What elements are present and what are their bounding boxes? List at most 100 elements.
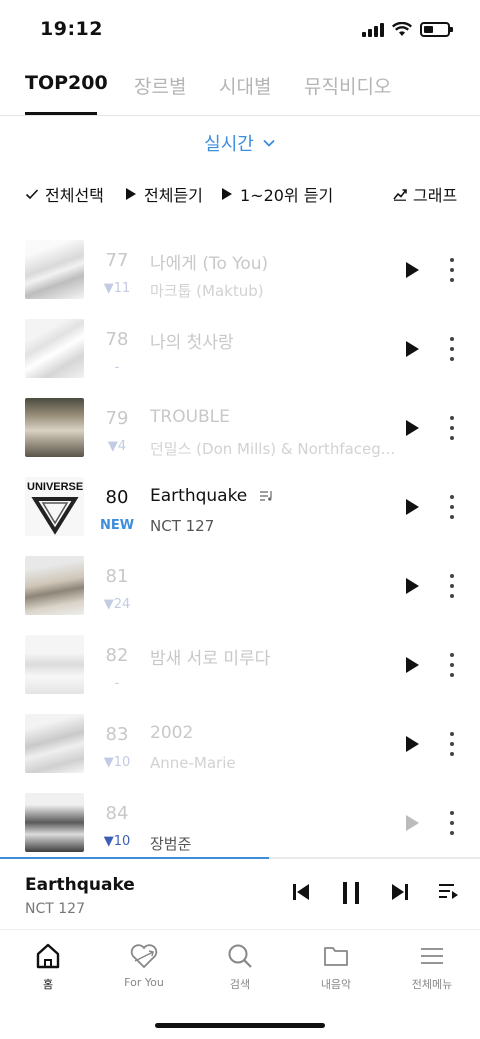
- mini-player[interactable]: Earthquake NCT 127: [0, 859, 480, 929]
- battery-icon: [420, 22, 453, 37]
- play-icon: [126, 188, 136, 200]
- chart-list: 77 ▼11 나에게 (To You) 마크툽 (Maktub) 78 - 나의…: [0, 220, 480, 858]
- rank-number: 79: [105, 408, 129, 429]
- more-options-icon[interactable]: [442, 337, 462, 361]
- album-art: [25, 240, 84, 299]
- more-options-icon[interactable]: [442, 732, 462, 756]
- graph-button[interactable]: 그래프: [393, 182, 457, 206]
- rank-change: ▼10: [103, 834, 131, 849]
- more-options-icon[interactable]: [442, 574, 462, 598]
- play-icon[interactable]: [403, 261, 421, 279]
- rank-number: 83: [105, 724, 129, 745]
- rank-change: ▼4: [107, 439, 127, 454]
- chart-row[interactable]: 79 ▼4 TROUBLE 던밀스 (Don Mills) & Northfac…: [0, 398, 480, 477]
- status-bar: 19:12: [0, 0, 480, 60]
- nav-menu[interactable]: 전체메뉴: [384, 942, 480, 992]
- song-title-text: Earthquake: [150, 486, 248, 506]
- song-title: TROUBLE: [150, 407, 230, 427]
- next-icon: [392, 884, 408, 900]
- rank-change: ▼24: [103, 597, 131, 612]
- album-art: [25, 635, 84, 694]
- status-icons: [362, 22, 453, 37]
- play-icon[interactable]: [403, 340, 421, 358]
- song-title: Earthquake: [150, 486, 273, 506]
- rank-change: NEW: [99, 518, 135, 533]
- album-art: [25, 398, 84, 457]
- rank-number: 82: [105, 645, 129, 666]
- filter-label: 실시간: [204, 134, 254, 155]
- play-icon[interactable]: [403, 735, 421, 753]
- playlist-icon: [439, 884, 458, 899]
- menu-icon: [421, 948, 443, 964]
- play-top20-label: 1~20위 듣기: [240, 186, 334, 205]
- artist-name: 던밀스 (Don Mills) & Northfaceg...: [150, 440, 396, 458]
- nav-for-you[interactable]: For You: [96, 942, 192, 989]
- song-title: 나에게 (To You): [150, 254, 269, 274]
- previous-icon: [293, 884, 309, 900]
- album-art: UNIVERSE: [25, 477, 84, 536]
- artist-name: 장범준: [150, 835, 192, 853]
- nav-home-label: 홈: [42, 978, 54, 991]
- next-button[interactable]: [389, 881, 411, 903]
- more-options-icon[interactable]: [442, 416, 462, 440]
- tab-genre[interactable]: 장르별: [134, 72, 186, 99]
- nav-home[interactable]: 홈: [0, 942, 96, 992]
- nav-menu-label: 전체메뉴: [411, 978, 453, 991]
- play-top20-button[interactable]: 1~20위 듣기: [220, 182, 333, 206]
- select-all-button[interactable]: 전체선택: [25, 182, 104, 206]
- nav-my-music[interactable]: 내음악: [288, 942, 384, 992]
- rank-number: 80: [105, 487, 129, 508]
- bottom-nav: 홈 For You 검색 내음악 전체메뉴: [0, 929, 480, 1039]
- now-playing-title: Earthquake: [25, 875, 135, 895]
- check-icon: [25, 189, 39, 200]
- tab-underline: [25, 112, 97, 115]
- rank-number: 78: [105, 329, 129, 350]
- chart-row[interactable]: 82 - 밤새 서로 미루다: [0, 635, 480, 714]
- home-icon: [36, 943, 60, 969]
- trend-icon: [393, 189, 407, 201]
- pause-button[interactable]: [340, 881, 362, 905]
- wifi-icon: [392, 22, 412, 36]
- artist-name: NCT 127: [150, 517, 215, 535]
- album-art: [25, 714, 84, 773]
- play-icon[interactable]: [403, 656, 421, 674]
- playlist-button[interactable]: [437, 881, 461, 903]
- nav-search-label: 검색: [229, 978, 251, 991]
- chart-row[interactable]: 81 ▼24: [0, 556, 480, 635]
- chart-row-active[interactable]: UNIVERSE 80 NEW Earthquake NCT 127: [0, 477, 480, 556]
- chart-row[interactable]: 84 ▼10 장범준: [0, 793, 480, 858]
- play-icon[interactable]: [403, 419, 421, 437]
- now-playing-artist: NCT 127: [25, 901, 85, 917]
- tab-music-video[interactable]: 뮤직비디오: [304, 72, 391, 99]
- chart-row[interactable]: 83 ▼10 2002 Anne-Marie: [0, 714, 480, 793]
- play-all-label: 전체듣기: [144, 186, 203, 205]
- play-icon: [222, 188, 232, 200]
- rank-change: -: [114, 360, 120, 375]
- chevron-down-icon: [263, 139, 275, 147]
- more-options-icon[interactable]: [442, 653, 462, 677]
- realtime-filter-dropdown[interactable]: 실시간: [204, 130, 276, 156]
- rank-change: -: [114, 676, 120, 691]
- more-options-icon[interactable]: [442, 495, 462, 519]
- chart-row[interactable]: 77 ▼11 나에게 (To You) 마크툽 (Maktub): [0, 240, 480, 319]
- more-options-icon[interactable]: [442, 258, 462, 282]
- nav-my-music-label: 내음악: [320, 978, 352, 991]
- play-icon[interactable]: [403, 577, 421, 595]
- tab-top200[interactable]: TOP200: [25, 72, 108, 94]
- nav-search[interactable]: 검색: [192, 942, 288, 992]
- rank-number: 77: [105, 250, 129, 271]
- song-title: 밤새 서로 미루다: [150, 649, 271, 669]
- artist-name: Anne-Marie: [150, 754, 236, 772]
- chart-row[interactable]: 78 - 나의 첫사랑: [0, 319, 480, 398]
- tab-era[interactable]: 시대별: [219, 72, 271, 99]
- chart-tabs: TOP200 장르별 시대별 뮤직비디오: [0, 60, 480, 116]
- filter-row: 실시간: [0, 130, 480, 156]
- song-title: 나의 첫사랑: [150, 333, 234, 353]
- play-icon[interactable]: [403, 814, 421, 832]
- play-all-button[interactable]: 전체듣기: [124, 182, 203, 206]
- chart-row[interactable]: [0, 220, 480, 240]
- more-options-icon[interactable]: [442, 811, 462, 835]
- previous-button[interactable]: [290, 881, 312, 903]
- play-icon[interactable]: [403, 498, 421, 516]
- graph-label: 그래프: [413, 186, 458, 205]
